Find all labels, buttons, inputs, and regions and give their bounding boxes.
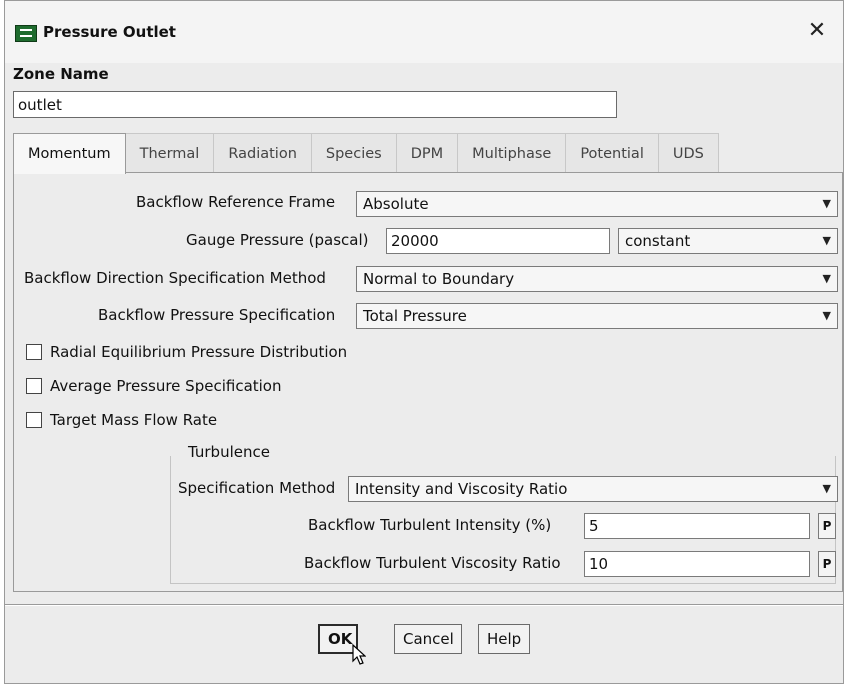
tab-potential[interactable]: Potential: [565, 133, 659, 173]
checkbox-box[interactable]: [26, 412, 42, 428]
specification-method-select[interactable]: Intensity and Viscosity Ratio ▼: [348, 476, 838, 502]
checkbox-box[interactable]: [26, 378, 42, 394]
average-pressure-label: Average Pressure Specification: [50, 377, 282, 395]
chevron-down-icon: ▼: [822, 482, 831, 495]
tab-uds[interactable]: UDS: [657, 133, 719, 173]
backflow-pressure-label: Backflow Pressure Specification: [98, 306, 336, 324]
chevron-down-icon: ▼: [822, 309, 831, 322]
title-bar[interactable]: Pressure Outlet ✕: [5, 1, 843, 63]
turbulent-viscosity-ratio-input[interactable]: [584, 551, 810, 577]
backflow-direction-label: Backflow Direction Specification Method: [24, 269, 326, 287]
gauge-pressure-method-select[interactable]: constant ▼: [618, 228, 838, 254]
chevron-down-icon: ▼: [822, 234, 831, 247]
pressure-outlet-dialog: Pressure Outlet ✕ Zone Name Momentum The…: [4, 0, 844, 684]
turbulence-group-title: Turbulence: [184, 443, 274, 461]
chevron-down-icon: ▼: [822, 197, 831, 210]
tab-momentum[interactable]: Momentum: [13, 133, 126, 174]
turbulent-viscosity-ratio-label: Backflow Turbulent Viscosity Ratio: [304, 554, 561, 572]
zone-name-input[interactable]: [13, 91, 617, 118]
radial-equilibrium-label: Radial Equilibrium Pressure Distribution: [50, 343, 348, 361]
chevron-down-icon: ▼: [822, 272, 831, 285]
tab-bar: Momentum Thermal Radiation Species DPM M…: [13, 133, 719, 174]
backflow-reference-frame-value: Absolute: [363, 195, 429, 213]
average-pressure-checkbox[interactable]: Average Pressure Specification: [26, 377, 282, 395]
help-button[interactable]: Help: [478, 624, 530, 654]
tab-thermal[interactable]: Thermal: [124, 133, 215, 173]
turbulent-intensity-label: Backflow Turbulent Intensity (%): [308, 516, 552, 534]
tab-dpm[interactable]: DPM: [395, 133, 459, 173]
specification-method-value: Intensity and Viscosity Ratio: [355, 480, 568, 498]
specification-method-label: Specification Method: [178, 479, 336, 497]
target-mass-flow-label: Target Mass Flow Rate: [50, 411, 218, 429]
backflow-direction-value: Normal to Boundary: [363, 270, 515, 288]
backflow-reference-frame-select[interactable]: Absolute ▼: [356, 191, 838, 217]
mouse-pointer-icon: [352, 644, 366, 665]
dialog-title: Pressure Outlet: [43, 23, 176, 41]
backflow-direction-select[interactable]: Normal to Boundary ▼: [356, 266, 838, 292]
tab-multiphase[interactable]: Multiphase: [457, 133, 567, 173]
footer-separator: [5, 604, 843, 606]
radial-equilibrium-checkbox[interactable]: Radial Equilibrium Pressure Distribution: [26, 343, 347, 361]
turbulent-intensity-parameter-button[interactable]: P: [818, 513, 836, 539]
backflow-pressure-select[interactable]: Total Pressure ▼: [356, 303, 838, 329]
checkbox-box[interactable]: [26, 344, 42, 360]
close-icon[interactable]: ✕: [805, 19, 829, 43]
backflow-reference-frame-label: Backflow Reference Frame: [136, 193, 336, 211]
tab-species[interactable]: Species: [310, 133, 397, 173]
tab-radiation[interactable]: Radiation: [213, 133, 312, 173]
fluent-app-icon: [15, 25, 37, 42]
backflow-pressure-value: Total Pressure: [363, 307, 467, 325]
turbulent-intensity-input[interactable]: [584, 513, 810, 539]
turbulent-viscosity-ratio-parameter-button[interactable]: P: [818, 551, 836, 577]
cancel-button[interactable]: Cancel: [394, 624, 462, 654]
gauge-pressure-method-value: constant: [625, 232, 691, 250]
zone-name-label: Zone Name: [13, 65, 109, 83]
momentum-panel: Backflow Reference Frame Absolute ▼ Gaug…: [13, 172, 843, 592]
gauge-pressure-input[interactable]: [386, 228, 610, 254]
target-mass-flow-checkbox[interactable]: Target Mass Flow Rate: [26, 411, 217, 429]
gauge-pressure-label: Gauge Pressure (pascal): [186, 231, 369, 249]
